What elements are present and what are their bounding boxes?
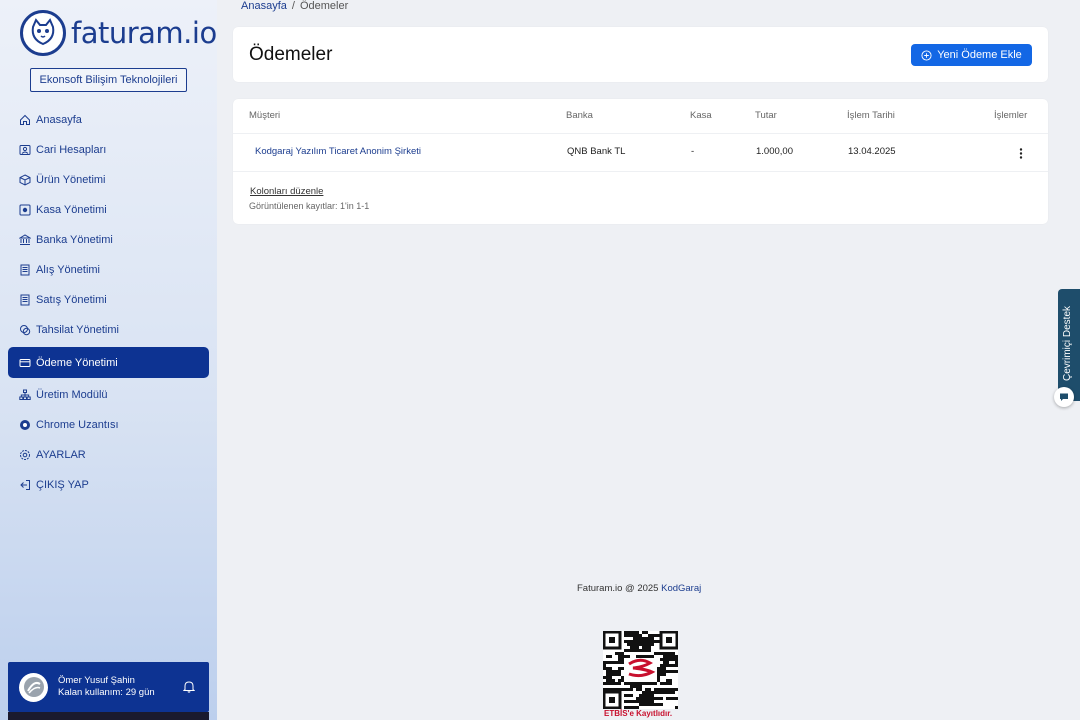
sidebar-item-satis-yonetimi[interactable]: Satış Yönetimi (8, 285, 209, 315)
sidebar-item-label: Ürün Yönetimi (36, 174, 106, 186)
cell-cash: - (691, 146, 695, 157)
sidebar-item-label: Anasayfa (36, 114, 82, 126)
breadcrumb-separator: / (291, 0, 295, 12)
sidebar-item-banka-yonetimi[interactable]: Banka Yönetimi (8, 225, 209, 255)
logo-text: faturam.io (71, 16, 217, 50)
breadcrumb: Anasayfa / Ödemeler (241, 0, 348, 12)
cat-logo-icon (20, 10, 66, 56)
sidebar-item-label: Chrome Uzantısı (36, 419, 119, 431)
sidebar-item-label: Satış Yönetimi (36, 294, 107, 306)
cell-date: 13.04.2025 (848, 146, 896, 157)
sidebar-item-label: Banka Yönetimi (36, 234, 113, 246)
plus-circle-icon (921, 49, 932, 61)
sidebar-nav: Anasayfa Cari Hesapları Ürün Yönetimi Ka… (8, 105, 209, 500)
chat-bubble-icon[interactable] (1054, 387, 1074, 407)
user-name: Ömer Yusuf Şahin (58, 675, 135, 686)
user-info: Ömer Yusuf Şahin Kalan kullanım: 29 gün (58, 675, 155, 699)
sidebar-item-label: AYARLAR (36, 449, 86, 461)
payments-table: Müşteri Banka Kasa Tutar İşlem Tarihi İş… (233, 99, 1048, 224)
column-header-musteri[interactable]: Müşteri (249, 110, 280, 121)
chrome-icon (19, 419, 31, 431)
sidebar-item-label: Tahsilat Yönetimi (36, 324, 119, 336)
sitemap-icon (19, 389, 31, 401)
bank-icon (19, 234, 31, 246)
sidebar-item-chrome-uzantisi[interactable]: Chrome Uzantısı (8, 410, 209, 440)
logo[interactable]: faturam.io (20, 9, 217, 57)
more-vertical-icon[interactable] (1019, 146, 1023, 164)
receipt-icon (19, 264, 31, 276)
sidebar-item-label: Ödeme Yönetimi (36, 356, 118, 369)
sidebar-item-anasayfa[interactable]: Anasayfa (8, 105, 209, 135)
cell-amount: 1.000,00 (756, 146, 793, 157)
cell-bank: QNB Bank TL (567, 146, 626, 157)
sidebar-item-tahsilat-yonetimi[interactable]: Tahsilat Yönetimi (8, 315, 209, 345)
coins-icon (19, 324, 31, 336)
sidebar: faturam.io Ekonsoft Bilişim Teknolojiler… (0, 0, 217, 720)
etbis-label: ETBİS'e Kayıtlıdır. (604, 709, 673, 718)
gear-icon (19, 449, 31, 461)
online-support-tab[interactable]: Çevrimiçi Destek (1058, 289, 1080, 401)
home-icon (19, 114, 31, 126)
column-header-tutar[interactable]: Tutar (755, 110, 777, 121)
avatar (19, 672, 48, 702)
sidebar-item-urun-yonetimi[interactable]: Ürün Yönetimi (8, 165, 209, 195)
sidebar-bottom-bar (8, 712, 209, 720)
page-title: Ödemeler (249, 44, 333, 65)
sidebar-item-odeme-yonetimi[interactable]: Ödeme Yönetimi (8, 347, 209, 378)
header-divider (233, 133, 1048, 134)
records-info: Görüntülenen kayıtlar: 1'in 1-1 (249, 201, 370, 211)
box-icon (19, 174, 31, 186)
footer-text: Faturam.io @ 2025 (577, 583, 659, 594)
sidebar-item-label: Alış Yönetimi (36, 264, 100, 276)
credit-card-icon (19, 357, 31, 369)
company-selector-button[interactable]: Ekonsoft Bilişim Teknolojileri (30, 68, 187, 92)
user-card-icon (19, 144, 31, 156)
footer: Faturam.io @ 2025 KodGaraj (577, 583, 701, 594)
column-header-banka[interactable]: Banka (566, 110, 593, 121)
online-support-label: Çevrimiçi Destek (1062, 305, 1073, 381)
logout-icon (19, 479, 31, 491)
column-header-islemler: İşlemler (994, 110, 1028, 121)
add-payment-label: Yeni Ödeme Ekle (937, 49, 1022, 61)
sidebar-item-alis-yonetimi[interactable]: Alış Yönetimi (8, 255, 209, 285)
breadcrumb-home-link[interactable]: Anasayfa (241, 0, 287, 12)
etbis-qr-code[interactable] (603, 631, 678, 709)
sidebar-item-label: Üretim Modülü (36, 389, 108, 401)
footer-kodgaraj-link[interactable]: KodGaraj (661, 583, 701, 594)
receipt-icon (19, 294, 31, 306)
sidebar-item-kasa-yonetimi[interactable]: Kasa Yönetimi (8, 195, 209, 225)
user-remaining: Kalan kullanım: 29 gün (58, 687, 155, 698)
sidebar-item-uretim-modulu[interactable]: Üretim Modülü (8, 380, 209, 410)
edit-columns-link[interactable]: Kolonları düzenle (250, 186, 323, 197)
add-payment-button[interactable]: Yeni Ödeme Ekle (911, 44, 1032, 66)
sidebar-item-cikis-yap[interactable]: ÇIKIŞ YAP (8, 470, 209, 500)
page-header: Ödemeler Yeni Ödeme Ekle (233, 27, 1048, 82)
row-divider (233, 171, 1048, 172)
sidebar-item-cari-hesaplari[interactable]: Cari Hesapları (8, 135, 209, 165)
cell-customer[interactable]: Kodgaraj Yazılım Ticaret Anonim Şirketi (255, 146, 421, 157)
sidebar-item-label: Kasa Yönetimi (36, 204, 107, 216)
safe-icon (19, 204, 31, 216)
column-header-islem-tarihi[interactable]: İşlem Tarihi (847, 110, 895, 121)
column-header-kasa[interactable]: Kasa (690, 110, 712, 121)
bell-icon[interactable] (182, 680, 196, 698)
sidebar-item-label: ÇIKIŞ YAP (36, 479, 89, 491)
user-card[interactable]: Ömer Yusuf Şahin Kalan kullanım: 29 gün (8, 662, 209, 712)
sidebar-item-label: Cari Hesapları (36, 144, 107, 156)
breadcrumb-current: Ödemeler (299, 0, 349, 12)
sidebar-item-ayarlar[interactable]: AYARLAR (8, 440, 209, 470)
